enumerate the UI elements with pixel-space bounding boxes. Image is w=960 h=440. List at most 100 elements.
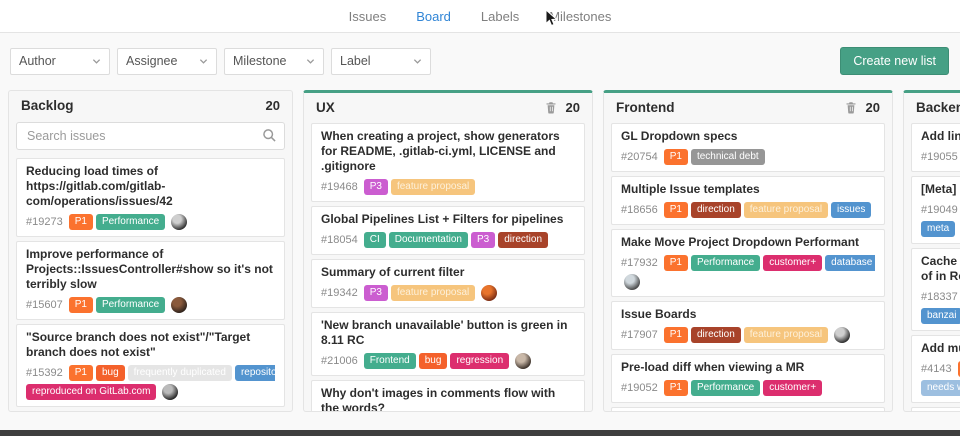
issue-card[interactable]: Pre-load diff when viewing a MR#19052P1P… <box>611 354 885 403</box>
assignee-avatar[interactable] <box>171 297 187 313</box>
issue-meta-row: needs weight <box>921 379 960 396</box>
issue-card[interactable]: Improve performance of Projects::IssuesC… <box>16 241 285 320</box>
issue-card[interactable] <box>611 407 885 412</box>
create-new-list-button[interactable]: Create new list <box>840 47 949 75</box>
label-performance[interactable]: Performance <box>691 380 760 396</box>
column-title: UX <box>316 100 335 115</box>
label-p1[interactable]: P1 <box>69 365 93 381</box>
tab-board[interactable]: Board <box>416 9 451 24</box>
issue-card[interactable]: Add multip#4143P1needs weight <box>911 335 960 403</box>
label-database[interactable]: database <box>825 255 875 271</box>
label-p3[interactable]: P3 <box>364 179 388 195</box>
label-feature-proposal[interactable]: feature proposal <box>391 179 475 195</box>
assignee-avatar[interactable] <box>624 274 640 290</box>
label-p1[interactable]: P1 <box>664 149 688 165</box>
label-p3[interactable]: P3 <box>471 232 495 248</box>
label-feature-proposal[interactable]: feature proposal <box>744 202 828 218</box>
search-issues-input[interactable] <box>16 122 285 150</box>
label-p1[interactable]: P1 <box>664 255 688 271</box>
label-feature-proposal[interactable]: feature proposal <box>744 327 828 343</box>
trash-icon[interactable] <box>545 101 557 114</box>
issue-number: #19468 <box>321 181 358 193</box>
issue-card[interactable]: Reducing load times of https://gitlab.co… <box>16 158 285 237</box>
label-customer+[interactable]: customer+ <box>763 380 822 396</box>
issue-meta-row: #19055P1 <box>921 148 960 165</box>
assignee-filter-dropdown[interactable]: Assignee <box>117 48 217 75</box>
assignee-avatar[interactable] <box>834 327 850 343</box>
tab-issues[interactable]: Issues <box>349 9 387 24</box>
label-p1[interactable]: P1 <box>69 297 93 313</box>
label-p1[interactable]: P1 <box>664 202 688 218</box>
label-documentation[interactable]: Documentation <box>389 232 468 248</box>
label-reproduced-on-gitlab-com[interactable]: reproduced on GitLab.com <box>26 384 156 400</box>
label-performance[interactable]: Performance <box>96 214 165 230</box>
issue-card-list-backlog[interactable]: Reducing load times of https://gitlab.co… <box>9 156 292 412</box>
label-p1[interactable]: P1 <box>664 327 688 343</box>
issue-card[interactable]: "Source branch does not exist"/"Target b… <box>16 324 285 407</box>
issue-card-list-backend[interactable]: Add line co#19055P1[Meta] Co#19049P1meta… <box>904 121 960 412</box>
column-header-backend: Backend <box>904 93 960 121</box>
issue-card[interactable]: Summary of current filter#19342P3feature… <box>311 259 585 308</box>
issue-card[interactable] <box>16 411 285 412</box>
issue-number: #4143 <box>921 363 952 375</box>
label-needs-weight[interactable]: needs weight <box>921 380 960 396</box>
assignee-avatar[interactable] <box>162 384 178 400</box>
chevron-down-icon <box>199 57 208 66</box>
assignee-avatar[interactable] <box>171 214 187 230</box>
label-meta[interactable]: meta <box>921 221 955 237</box>
label-frequently-duplicated[interactable]: frequently duplicated <box>128 365 232 381</box>
issue-card[interactable]: Why don't images in comments flow with t… <box>311 380 585 412</box>
issue-card[interactable]: [Meta] Co#19049P1meta <box>911 176 960 244</box>
label-frontend[interactable]: Frontend <box>364 353 416 369</box>
issue-card[interactable]: Issue Boards#17907P1directionfeature pro… <box>611 301 885 350</box>
milestone-filter-dropdown[interactable]: Milestone <box>224 48 324 75</box>
issue-card[interactable]: Global Pipelines List + Filters for pipe… <box>311 206 585 255</box>
issue-card[interactable]: When creating a project, show generators… <box>311 123 585 202</box>
tab-labels[interactable]: Labels <box>481 9 519 24</box>
issue-card[interactable]: Make Move Project Dropdown Performant#17… <box>611 229 885 297</box>
issue-title: [Meta] Co <box>921 182 960 197</box>
issue-card-list-ux[interactable]: When creating a project, show generators… <box>304 121 592 412</box>
trash-icon[interactable] <box>845 101 857 114</box>
label-direction[interactable]: direction <box>691 202 741 218</box>
label-p1[interactable]: P1 <box>664 380 688 396</box>
label-banzai[interactable]: banzai <box>921 308 960 324</box>
issue-card[interactable]: GL Dropdown specs#20754P1technical debt <box>611 123 885 172</box>
label-repository[interactable]: repository <box>235 365 275 381</box>
issue-number: #19342 <box>321 287 358 299</box>
issue-search <box>9 119 292 156</box>
label-p3[interactable]: P3 <box>364 285 388 301</box>
issue-number: #19052 <box>621 382 658 394</box>
issue-number: #19049 <box>921 204 958 216</box>
bottom-dark-bar <box>0 430 960 436</box>
label-bug[interactable]: bug <box>96 365 125 381</box>
label-issues[interactable]: issues <box>831 202 871 218</box>
column-issue-count: 20 <box>266 98 280 113</box>
issue-card[interactable]: Add line co#19055P1 <box>911 123 960 172</box>
label-feature-proposal[interactable]: feature proposal <box>391 285 475 301</box>
tab-milestones[interactable]: Milestones <box>549 9 611 24</box>
label-p1[interactable]: P1 <box>69 214 93 230</box>
issue-meta-row: #20754P1technical debt <box>621 148 875 165</box>
label-bug[interactable]: bug <box>419 353 448 369</box>
label-performance[interactable]: Performance <box>96 297 165 313</box>
issue-meta-row: #18337Performance <box>921 288 960 305</box>
label-direction[interactable]: direction <box>498 232 548 248</box>
issue-card-list-frontend[interactable]: GL Dropdown specs#20754P1technical debtM… <box>604 121 892 412</box>
assignee-avatar[interactable] <box>481 285 497 301</box>
label-regression[interactable]: regression <box>450 353 509 369</box>
issue-card[interactable]: Cache ren of in Redi#18337Performanceban… <box>911 248 960 331</box>
issue-meta-row: #15392P1bugfrequently duplicatedreposito… <box>26 364 275 381</box>
label-ci[interactable]: CI <box>364 232 386 248</box>
issue-card[interactable]: 'New branch unavailable' button is green… <box>311 312 585 376</box>
column-header-backlog: Backlog20 <box>9 91 292 119</box>
label-direction[interactable]: direction <box>691 327 741 343</box>
label-customer+[interactable]: customer+ <box>763 255 822 271</box>
author-filter-dropdown[interactable]: Author <box>10 48 110 75</box>
label-performance[interactable]: Performance <box>691 255 760 271</box>
label-filter-dropdown[interactable]: Label <box>331 48 431 75</box>
label-technical-debt[interactable]: technical debt <box>691 149 765 165</box>
assignee-avatar[interactable] <box>515 353 531 369</box>
issue-card[interactable]: Expand dif <box>911 407 960 412</box>
issue-card[interactable]: Multiple Issue templates#18656P1directio… <box>611 176 885 225</box>
